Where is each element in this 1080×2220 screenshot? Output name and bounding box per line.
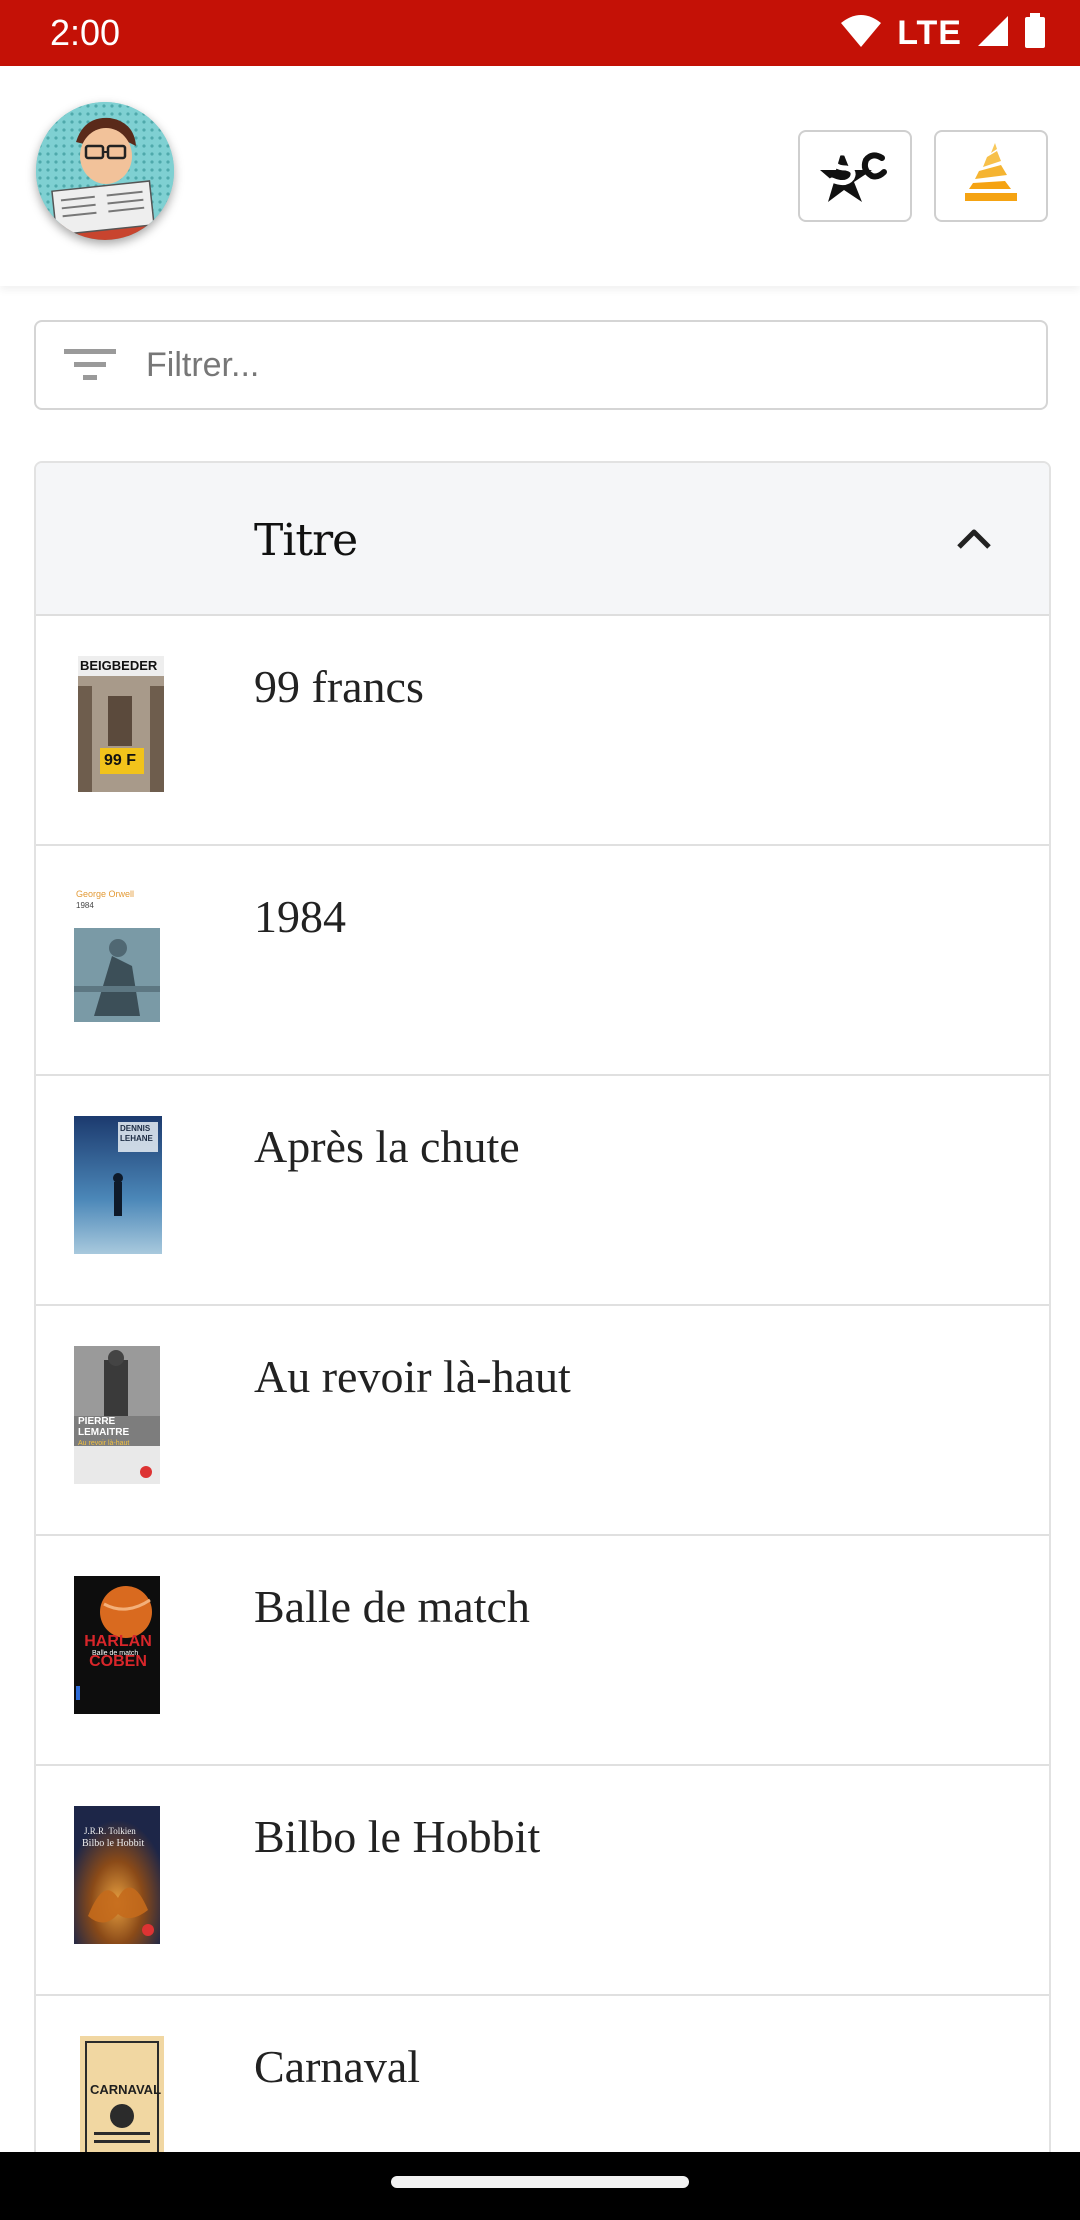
book-title[interactable]: Carnaval <box>254 2040 420 2093</box>
cover-text: BEIGBEDER <box>80 658 158 673</box>
book-title[interactable]: Après la chute <box>254 1120 520 1173</box>
book-cover: DENNIS LEHANE <box>74 1116 162 1254</box>
status-time: 2:00 <box>50 12 121 53</box>
cover-text: CARNAVAL <box>90 2082 162 2097</box>
book-cover: HARLAN COBEN Balle de match <box>74 1576 160 1714</box>
filter-icon <box>64 347 124 383</box>
table-row[interactable]: HARLAN COBEN Balle de match Balle de mat… <box>36 1536 1049 1766</box>
battery-icon <box>1024 12 1046 54</box>
signal-icon <box>976 14 1010 53</box>
book-title[interactable]: Balle de match <box>254 1580 530 1633</box>
cover-text: George Orwell <box>76 889 135 899</box>
column-header-title[interactable]: Titre <box>254 515 358 566</box>
table-row[interactable]: BEIGBEDER 99 F 99 francs <box>36 616 1049 846</box>
network-type: LTE <box>897 13 962 52</box>
table-row[interactable]: DENNIS LEHANE Après la chute <box>36 1076 1049 1306</box>
table-header: Titre <box>36 463 1049 616</box>
status-icons: LTE <box>839 12 1046 54</box>
table-row[interactable]: George Orwell 1984 1984 <box>36 846 1049 1076</box>
cover-sub: Au revoir là-haut <box>78 1440 130 1447</box>
filter-input[interactable] <box>146 345 1006 385</box>
stack-overflow-icon <box>961 142 1021 210</box>
cover-sub: 1984 <box>76 901 94 910</box>
book-cover: PIERRE LEMAITRE Au revoir là-haut <box>74 1346 160 1484</box>
status-bar: 2:00 LTE <box>0 0 1080 66</box>
filter-field[interactable] <box>34 320 1048 410</box>
senscritique-button[interactable] <box>798 130 912 222</box>
book-cover: BEIGBEDER 99 F <box>78 656 164 792</box>
wifi-icon <box>839 13 883 54</box>
cover-badge: 99 F <box>104 752 137 769</box>
cover-sub: Balle de match <box>92 1650 139 1657</box>
book-title[interactable]: 99 francs <box>254 660 424 713</box>
cover-text: PIERRE LEMAITRE <box>78 1416 130 1438</box>
navigation-bar <box>0 2152 1080 2220</box>
stack-button[interactable] <box>934 130 1048 222</box>
book-cover: J.R.R. Tolkien Bilbo le Hobbit <box>74 1806 160 1944</box>
book-title[interactable]: Au revoir là-haut <box>254 1350 571 1403</box>
cover-sub: Bilbo le Hobbit <box>82 1838 145 1849</box>
book-title[interactable]: Bilbo le Hobbit <box>254 1810 540 1863</box>
books-table: Titre BEIGBEDER 99 F 99 francs George Or… <box>34 461 1051 2220</box>
app-header <box>0 66 1080 286</box>
senscritique-logo-icon <box>820 144 890 209</box>
book-title[interactable]: 1984 <box>254 890 346 943</box>
home-gesture-handle[interactable] <box>391 2176 689 2188</box>
cover-text: DENNIS LEHANE <box>120 1124 153 1143</box>
chevron-up-icon[interactable] <box>946 511 1002 567</box>
table-row[interactable]: PIERRE LEMAITRE Au revoir là-haut Au rev… <box>36 1306 1049 1536</box>
reader-avatar-icon[interactable] <box>36 102 174 240</box>
cover-text: J.R.R. Tolkien <box>84 1826 136 1836</box>
book-cover: George Orwell 1984 <box>74 886 160 1022</box>
table-row[interactable]: J.R.R. Tolkien Bilbo le Hobbit Bilbo le … <box>36 1766 1049 1996</box>
